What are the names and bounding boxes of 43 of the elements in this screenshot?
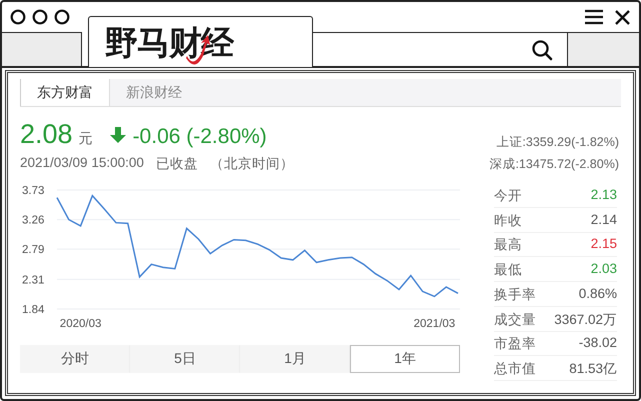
period-tab[interactable]: 1年	[350, 345, 460, 373]
stat-value: 2.13	[590, 187, 617, 204]
index-quote: 深成:13475.72(-2.80%)	[489, 156, 619, 173]
period-tab[interactable]: 5日	[130, 345, 240, 373]
stat-label: 市盈率	[494, 335, 536, 354]
source-tab[interactable]: 东方财富	[20, 79, 110, 106]
timezone: （北京时间）	[210, 155, 294, 173]
window-dot-icon[interactable]	[32, 9, 48, 25]
y-axis-label: 2.31	[22, 274, 44, 286]
stat-label: 今开	[494, 187, 522, 205]
x-axis-label: 2021/03	[414, 318, 456, 330]
stat-label: 最高	[494, 236, 522, 254]
stat-value: 2.15	[590, 236, 617, 254]
stat-value: 0.86%	[578, 286, 617, 303]
stat-label: 成交量	[494, 310, 536, 329]
down-arrow-icon	[108, 126, 127, 144]
index-quote: 上证:3359.29(-1.82%)	[496, 134, 619, 151]
y-axis-label: 3.73	[22, 185, 44, 197]
menu-icon[interactable]	[584, 9, 604, 25]
currency-unit: 元	[78, 130, 93, 148]
stat-value: 81.53亿	[569, 360, 617, 378]
window-dot-icon[interactable]	[54, 9, 70, 25]
stat-label: 换手率	[494, 286, 536, 304]
price-change: -0.06 (-2.80%)	[132, 125, 267, 149]
price: 2.08	[20, 119, 73, 150]
stat-label: 最低	[494, 261, 522, 280]
y-axis-label: 2.79	[22, 244, 44, 256]
stat-value: 2.03	[590, 261, 617, 278]
stat-value: 3367.02万	[554, 310, 617, 329]
stat-label: 总市值	[494, 360, 536, 378]
y-axis-label: 3.26	[22, 214, 44, 227]
market-status: 已收盘	[156, 155, 198, 173]
search-icon[interactable]	[531, 38, 553, 60]
close-icon[interactable]	[614, 8, 631, 26]
stat-value: -38.02	[578, 335, 617, 352]
period-tab[interactable]: 分时	[20, 345, 130, 373]
x-axis-label: 2020/03	[60, 318, 102, 330]
stat-value: 2.14	[590, 212, 617, 229]
window-dot-icon[interactable]	[10, 9, 26, 25]
stat-label: 昨收	[494, 212, 522, 230]
y-axis-label: 1.84	[22, 304, 44, 316]
timestamp: 2021/03/09 15:00:00	[20, 155, 144, 172]
period-tab[interactable]: 1月	[240, 345, 350, 373]
